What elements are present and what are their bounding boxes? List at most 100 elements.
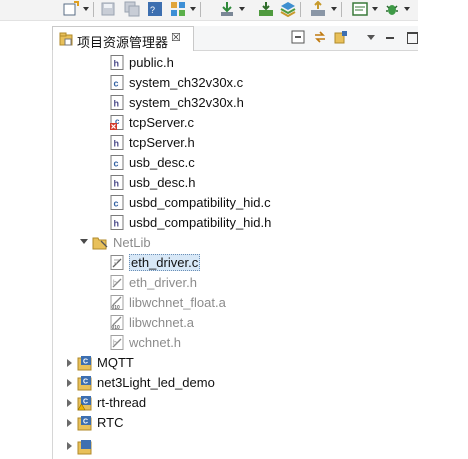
view-title: 项目资源管理器: [77, 35, 169, 50]
project-explorer-icon: [59, 32, 73, 46]
svg-text:c: c: [114, 79, 119, 89]
file-label: libwchnet.a: [129, 315, 195, 330]
file-label: usb_desc.c: [129, 155, 195, 170]
tab-project-explorer[interactable]: 项目资源管理器 ☒: [52, 26, 194, 51]
header-file-icon: h: [110, 55, 124, 70]
new-wizard-icon[interactable]: [63, 1, 79, 17]
svg-text:h: h: [114, 99, 120, 109]
toolbar-separator: [93, 2, 94, 17]
expand-arrow-icon[interactable]: [67, 442, 72, 450]
excluded-source-file-icon: [110, 255, 124, 270]
save-icon[interactable]: [100, 1, 116, 17]
svg-text:C: C: [83, 379, 88, 386]
svg-text:h: h: [114, 179, 120, 189]
close-icon[interactable]: ☒: [171, 31, 181, 44]
project-label: rt-thread: [97, 395, 147, 410]
build-dropdown-icon[interactable]: [190, 7, 196, 11]
svg-text:010: 010: [112, 305, 121, 310]
expand-arrow-icon[interactable]: [67, 379, 72, 387]
file-label: wchnet.h: [129, 335, 182, 350]
project-label: MQTT: [97, 355, 134, 370]
expand-arrow-icon[interactable]: [67, 399, 72, 407]
build-all-icon[interactable]: [258, 1, 274, 17]
file-label: eth_driver.h: [129, 275, 197, 290]
folder-label: NetLib: [113, 235, 151, 250]
expand-arrow-icon[interactable]: [67, 359, 72, 367]
filters-icon[interactable]: [334, 30, 348, 44]
file-label: libwchnet_float.a: [129, 295, 226, 310]
svg-text:h: h: [113, 340, 117, 347]
build-icon[interactable]: [170, 1, 186, 17]
file-label: tcpServer.h: [129, 135, 195, 150]
view-left-border: [52, 50, 53, 459]
toolbar-separator: [300, 2, 301, 17]
file-label: usb_desc.h: [129, 175, 196, 190]
toolbar-separator: [200, 2, 201, 17]
svg-text:C: C: [83, 419, 88, 426]
c-source-file-icon: c: [110, 75, 124, 90]
file-label: system_ch32v30x.h: [129, 95, 244, 110]
tree-item-folder-netlib[interactable]: NetLib: [80, 233, 280, 253]
export-dropdown-icon[interactable]: [331, 7, 337, 11]
c-project-icon: C: [77, 416, 92, 431]
excluded-header-file-icon: h: [110, 335, 124, 350]
save-all-icon[interactable]: [124, 1, 140, 17]
tree-item-project[interactable]: C RTC: [66, 413, 316, 433]
minimize-icon[interactable]: [386, 37, 394, 39]
debug-dropdown-icon[interactable]: [404, 7, 410, 11]
project-label: RTC: [97, 415, 124, 430]
excluded-folder-icon: [92, 237, 108, 250]
header-file-icon: h: [110, 135, 124, 150]
header-file-icon: h: [110, 215, 124, 230]
expand-arrow-icon[interactable]: [67, 419, 72, 427]
toolbar-separator: [341, 2, 342, 17]
link-with-editor-icon[interactable]: [313, 30, 327, 44]
c-source-file-icon: c: [110, 155, 124, 170]
header-file-icon: h: [110, 175, 124, 190]
c-project-icon: C: [77, 376, 92, 391]
tree-item-project[interactable]: C MQTT: [66, 353, 316, 373]
svg-text:h: h: [114, 219, 120, 229]
svg-text:h: h: [114, 59, 120, 69]
maximize-icon[interactable]: [407, 32, 418, 44]
layers-icon[interactable]: [280, 1, 296, 17]
svg-text:C: C: [83, 359, 88, 366]
file-label: usbd_compatibility_hid.c: [129, 195, 271, 210]
tree-item-project-clipped[interactable]: [66, 433, 316, 459]
tree-item-project[interactable]: C rt-thread: [66, 393, 316, 413]
collapse-all-icon[interactable]: [291, 30, 305, 44]
file-label: system_ch32v30x.c: [129, 75, 244, 90]
tree-item-project[interactable]: C net3Light_led_demo: [66, 373, 316, 393]
console-icon[interactable]: [352, 1, 368, 17]
svg-text:?: ?: [150, 5, 155, 15]
excluded-library-file-icon: 010: [110, 315, 124, 330]
svg-text:h: h: [113, 280, 117, 287]
export-icon[interactable]: [310, 1, 326, 17]
c-project-icon: [77, 440, 92, 455]
c-source-file-icon: c: [110, 195, 124, 210]
excluded-library-file-icon: 010: [110, 295, 124, 310]
file-label: usbd_compatibility_hid.h: [129, 215, 272, 230]
main-toolbar: ?: [0, 0, 418, 21]
svg-text:c: c: [114, 199, 119, 209]
c-project-icon: C: [77, 356, 92, 371]
file-label: eth_driver.c: [129, 254, 201, 271]
download-icon[interactable]: [219, 1, 235, 17]
header-file-icon: h: [110, 95, 124, 110]
file-label: public.h: [129, 55, 174, 70]
file-label: tcpServer.c: [129, 115, 195, 130]
download-dropdown-icon[interactable]: [239, 7, 245, 11]
expand-arrow-icon[interactable]: [80, 239, 88, 244]
debug-bug-icon[interactable]: [384, 1, 400, 17]
svg-text:c: c: [114, 159, 119, 169]
view-menu-icon[interactable]: [367, 35, 375, 40]
console-dropdown-icon[interactable]: [372, 7, 378, 11]
excluded-header-file-icon: h: [110, 275, 124, 290]
c-project-warning-icon: C: [77, 396, 92, 411]
properties-icon[interactable]: ?: [147, 1, 163, 17]
svg-text:h: h: [114, 139, 120, 149]
new-wizard-dropdown-icon[interactable]: [83, 7, 89, 11]
c-source-file-error-icon: c: [110, 115, 124, 130]
svg-text:010: 010: [112, 325, 121, 330]
svg-text:C: C: [83, 399, 88, 406]
